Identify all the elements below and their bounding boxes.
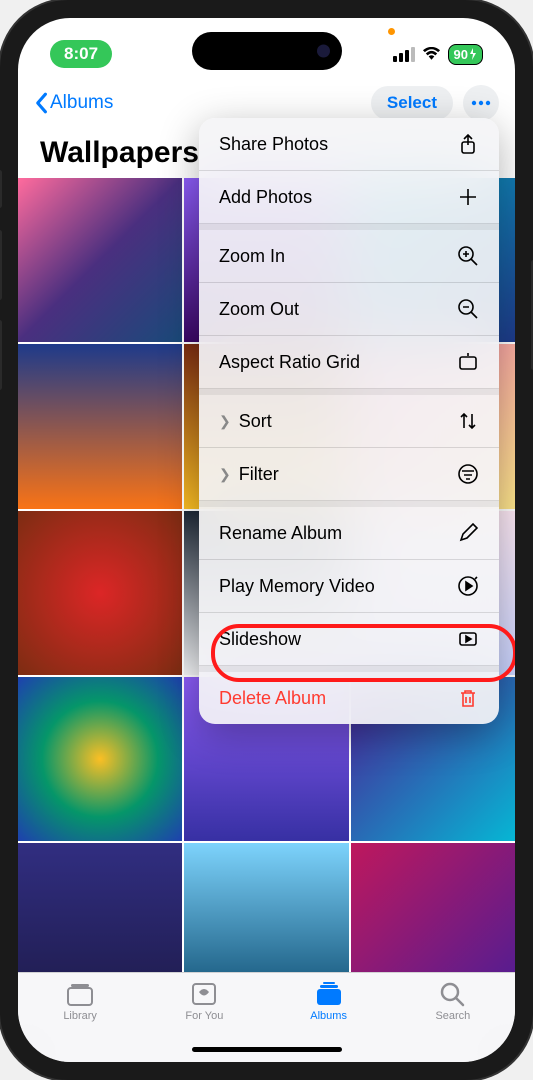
tab-label: Library <box>63 1010 97 1022</box>
share-icon <box>457 133 479 155</box>
back-label: Albums <box>50 92 113 114</box>
menu-label: Delete Album <box>219 688 326 709</box>
menu-label: Aspect Ratio Grid <box>219 352 360 373</box>
pencil-icon <box>457 522 479 544</box>
menu-label: Add Photos <box>219 187 312 208</box>
status-time: 8:07 <box>50 40 112 68</box>
plus-icon <box>457 186 479 208</box>
photo-thumbnail[interactable] <box>18 677 182 841</box>
screen: 8:07 90 Albums Select Wallpapers <box>18 18 515 1062</box>
tab-library[interactable]: Library <box>40 981 120 1022</box>
album-title: Wallpapers <box>40 136 199 170</box>
context-menu: Share Photos Add Photos Zoom In Zoom Out… <box>199 118 499 724</box>
menu-add-photos[interactable]: Add Photos <box>199 171 499 224</box>
photo-thumbnail[interactable] <box>18 178 182 342</box>
menu-sort[interactable]: ❯Sort <box>199 389 499 448</box>
menu-label: Rename Album <box>219 523 342 544</box>
for-you-icon <box>189 981 219 1007</box>
photo-thumbnail[interactable] <box>18 344 182 508</box>
memory-play-icon <box>457 575 479 597</box>
tab-search[interactable]: Search <box>413 981 493 1022</box>
albums-icon <box>314 981 344 1007</box>
sort-icon <box>457 410 479 432</box>
search-icon <box>438 981 468 1007</box>
photo-thumbnail[interactable] <box>18 843 182 972</box>
menu-zoom-in[interactable]: Zoom In <box>199 224 499 283</box>
dynamic-island <box>192 32 342 70</box>
chevron-left-icon <box>34 92 48 114</box>
cellular-signal-icon <box>393 47 415 62</box>
more-button[interactable] <box>463 85 499 121</box>
tab-for-you[interactable]: For You <box>164 981 244 1022</box>
menu-label: Share Photos <box>219 134 328 155</box>
photo-thumbnail[interactable] <box>351 843 515 972</box>
tab-label: Search <box>435 1010 470 1022</box>
menu-rename-album[interactable]: Rename Album <box>199 501 499 560</box>
menu-share-photos[interactable]: Share Photos <box>199 118 499 171</box>
trash-icon <box>457 687 479 709</box>
menu-label: Slideshow <box>219 629 301 650</box>
menu-aspect-ratio[interactable]: Aspect Ratio Grid <box>199 336 499 389</box>
chevron-right-icon: ❯ <box>219 466 231 483</box>
slideshow-icon <box>457 628 479 650</box>
volume-up-button <box>0 230 2 300</box>
zoom-out-icon <box>457 298 479 320</box>
menu-label: ❯Sort <box>219 411 272 432</box>
wifi-icon <box>422 47 441 61</box>
side-button <box>0 170 2 208</box>
photo-thumbnail[interactable] <box>18 511 182 675</box>
zoom-in-icon <box>457 245 479 267</box>
menu-filter[interactable]: ❯Filter <box>199 448 499 501</box>
chevron-right-icon: ❯ <box>219 413 231 430</box>
battery-indicator: 90 <box>448 44 483 65</box>
tab-label: For You <box>185 1010 223 1022</box>
menu-label: Play Memory Video <box>219 576 375 597</box>
filter-icon <box>457 463 479 485</box>
home-indicator[interactable] <box>192 1047 342 1052</box>
tab-label: Albums <box>310 1010 347 1022</box>
mic-indicator-dot <box>388 28 395 35</box>
menu-label: Zoom Out <box>219 299 299 320</box>
library-icon <box>65 981 95 1007</box>
menu-label: Zoom In <box>219 246 285 267</box>
menu-slideshow[interactable]: Slideshow <box>199 613 499 666</box>
menu-zoom-out[interactable]: Zoom Out <box>199 283 499 336</box>
aspect-ratio-icon <box>457 351 479 373</box>
menu-delete-album[interactable]: Delete Album <box>199 666 499 724</box>
photo-thumbnail[interactable] <box>184 843 348 972</box>
ellipsis-icon <box>471 100 491 106</box>
back-button[interactable]: Albums <box>34 92 113 114</box>
tab-albums[interactable]: Albums <box>289 981 369 1022</box>
menu-label: ❯Filter <box>219 464 279 485</box>
menu-play-memory[interactable]: Play Memory Video <box>199 560 499 613</box>
select-button[interactable]: Select <box>371 86 453 120</box>
volume-down-button <box>0 320 2 390</box>
phone-frame: 8:07 90 Albums Select Wallpapers <box>0 0 533 1080</box>
